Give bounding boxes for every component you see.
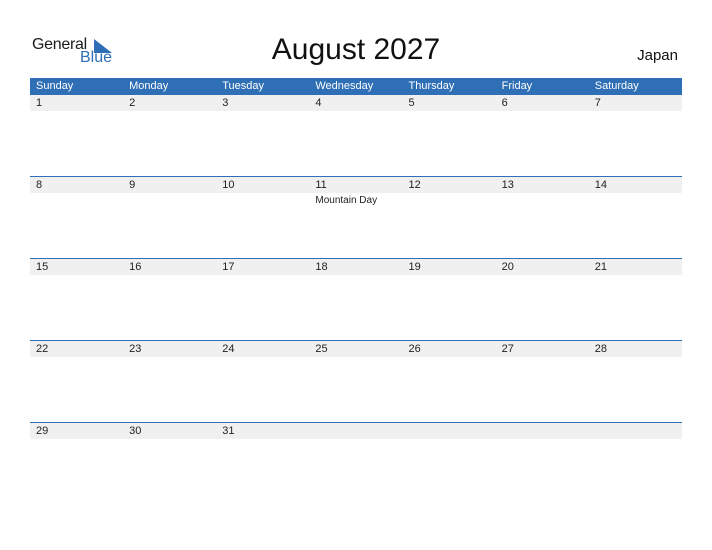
holiday-event (589, 193, 682, 206)
week-row: 29 30 31 (30, 422, 682, 504)
holiday-event (496, 111, 589, 113)
events-row (30, 357, 682, 359)
weekday-sunday: Sunday (36, 80, 74, 92)
day-number: 20 (501, 261, 514, 273)
weekday-wednesday: Wednesday (315, 80, 374, 92)
weekday-tuesday: Tuesday (222, 80, 265, 92)
day-number: 12 (408, 179, 421, 191)
holiday-event (123, 275, 216, 277)
holiday-event (216, 357, 309, 359)
holiday-event (309, 111, 402, 113)
date-row: 22 23 24 25 26 27 28 (30, 341, 682, 357)
holiday-event (589, 439, 682, 441)
day-number: 5 (408, 97, 415, 109)
day-number (309, 423, 402, 439)
day-number: 11 (315, 179, 327, 191)
day-number: 30 (129, 425, 142, 437)
holiday-event (123, 357, 216, 359)
day-number: 3 (222, 97, 229, 109)
date-row: 8 9 10 11 12 13 14 (30, 177, 682, 193)
date-row: 15 16 17 18 19 20 21 (30, 259, 682, 275)
week-row: 22 23 24 25 26 27 28 (30, 340, 682, 422)
holiday-event (30, 111, 123, 113)
day-number: 10 (222, 179, 235, 191)
day-number: 13 (501, 179, 514, 191)
holiday-event (403, 439, 496, 441)
day-number: 31 (222, 425, 235, 437)
day-number: 15 (36, 261, 49, 273)
holiday-event (30, 357, 123, 359)
day-number: 14 (594, 179, 607, 191)
holiday-event (123, 439, 216, 441)
day-number (403, 423, 496, 439)
holiday-event (30, 439, 123, 441)
day-number: 1 (36, 97, 43, 109)
holiday-event (309, 439, 402, 441)
day-number: 21 (594, 261, 607, 273)
country-label: Japan (637, 47, 678, 64)
holiday-event (589, 357, 682, 359)
day-number: 29 (36, 425, 49, 437)
day-number: 2 (129, 97, 136, 109)
day-number: 19 (408, 261, 421, 273)
holiday-event (496, 193, 589, 206)
weekday-header: Sunday Monday Tuesday Wednesday Thursday… (30, 78, 682, 95)
holiday-event (30, 275, 123, 277)
week-row: 1 2 3 4 5 6 7 (30, 95, 682, 176)
holiday-event (123, 111, 216, 113)
holiday-event (403, 357, 496, 359)
holiday-event (496, 357, 589, 359)
weekday-friday: Friday (501, 80, 533, 92)
weekday-thursday: Thursday (408, 80, 455, 92)
holiday-event: Mountain Day (315, 195, 378, 206)
holiday-event (216, 111, 309, 113)
weekday-monday: Monday (129, 80, 169, 92)
holiday-event (589, 275, 682, 277)
day-number: 25 (315, 343, 328, 355)
weekday-saturday: Saturday (594, 80, 639, 92)
day-number: 17 (222, 261, 235, 273)
holiday-event (309, 357, 402, 359)
day-number: 26 (408, 343, 421, 355)
day-number: 23 (129, 343, 142, 355)
day-number: 4 (315, 97, 322, 109)
day-number: 6 (501, 97, 508, 109)
day-number: 7 (594, 97, 601, 109)
holiday-event (403, 111, 496, 113)
day-number: 18 (315, 261, 328, 273)
holiday-event (403, 193, 496, 206)
holiday-event (403, 275, 496, 277)
day-number: 28 (594, 343, 607, 355)
day-number: 9 (129, 179, 136, 191)
day-number (589, 423, 682, 439)
holiday-event (216, 439, 309, 441)
holiday-event (216, 193, 309, 206)
events-row (30, 275, 682, 277)
day-number: 16 (129, 261, 142, 273)
holiday-event (496, 275, 589, 277)
holiday-event (589, 111, 682, 113)
week-row: 15 16 17 18 19 20 21 (30, 258, 682, 340)
events-row (30, 439, 682, 441)
holiday-event (496, 439, 589, 441)
week-row: 8 9 10 11 12 13 14 Mountain Day (30, 176, 682, 258)
events-row (30, 111, 682, 113)
date-row: 1 2 3 4 5 6 7 (30, 95, 682, 111)
day-number: 27 (501, 343, 514, 355)
holiday-event (309, 275, 402, 277)
date-row: 29 30 31 (30, 423, 682, 439)
day-number: 24 (222, 343, 235, 355)
holiday-event (123, 193, 216, 206)
day-number: 22 (36, 343, 49, 355)
holiday-event (30, 193, 123, 206)
day-number (496, 423, 589, 439)
calendar-title: August 2027 (271, 33, 441, 66)
day-number: 8 (36, 179, 43, 191)
holiday-event (216, 275, 309, 277)
events-row: Mountain Day (30, 193, 682, 206)
calendar-grid: Sunday Monday Tuesday Wednesday Thursday… (30, 78, 682, 504)
